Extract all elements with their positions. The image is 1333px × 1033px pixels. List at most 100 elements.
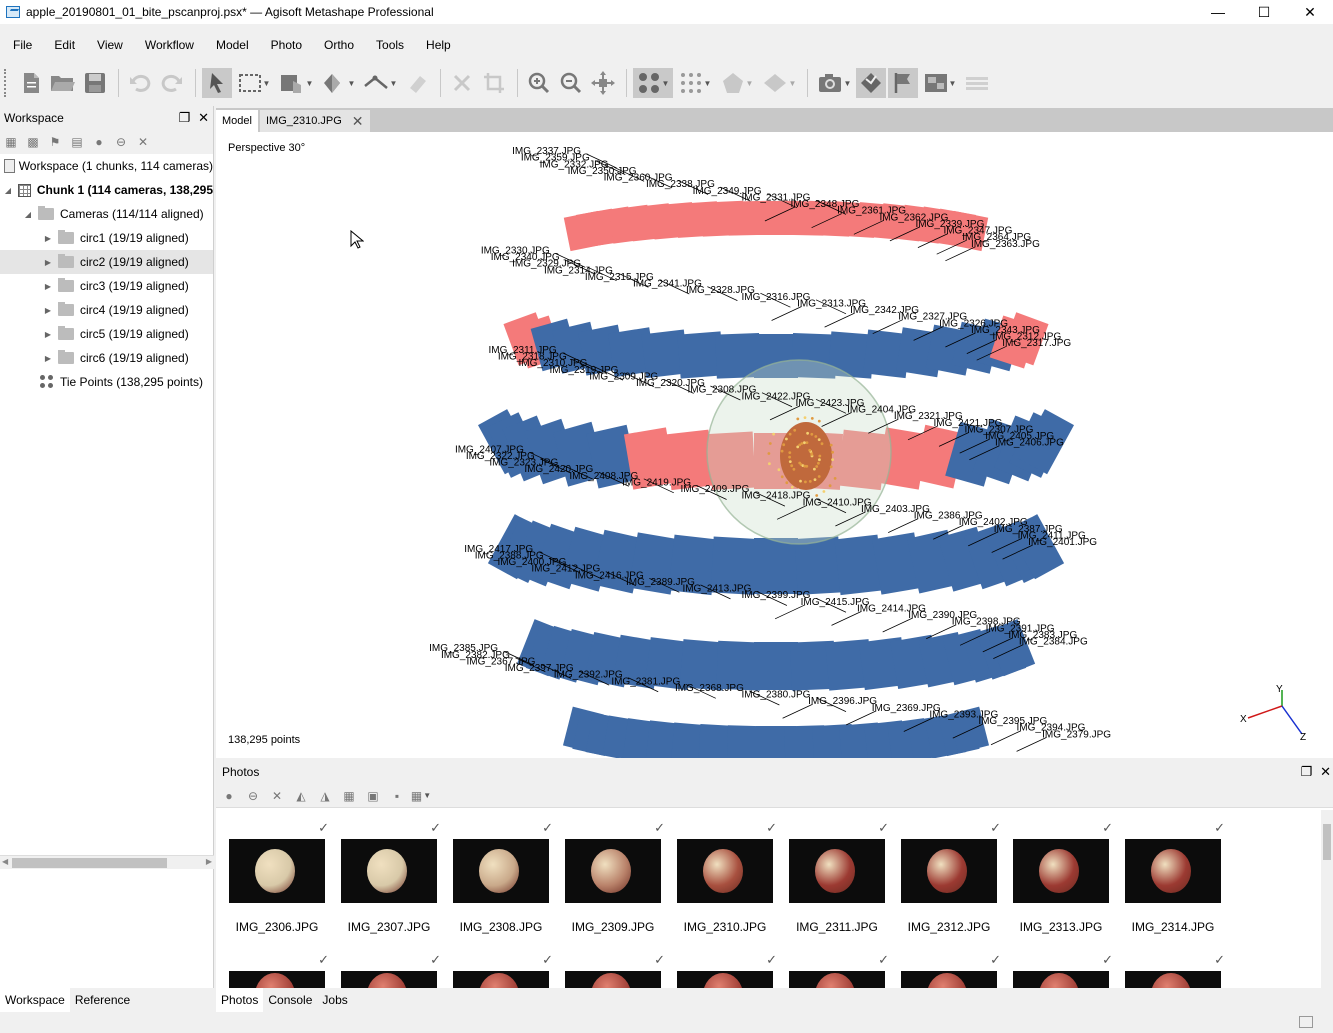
add-marker-icon[interactable]: ▤ — [68, 133, 86, 151]
photo-thumbnail[interactable]: ✓ IMG_2306.JPG — [229, 810, 329, 945]
enable-icon[interactable]: ● — [90, 133, 108, 151]
filter-icon[interactable]: ▦ — [340, 787, 358, 805]
chevron-right-icon[interactable]: ▶ — [42, 306, 54, 315]
chevron-down-icon[interactable]: ◢ — [2, 186, 14, 195]
chevron-right-icon[interactable]: ▶ — [42, 258, 54, 267]
reset-view-icon[interactable] — [588, 68, 618, 98]
scroll-right-icon[interactable]: ▶ — [206, 857, 212, 866]
tab-console[interactable]: Console — [263, 988, 317, 1012]
menu-file[interactable]: File — [0, 38, 41, 52]
photo-thumbnail[interactable]: ✓ — [901, 942, 1001, 988]
menu-tools[interactable]: Tools — [363, 38, 413, 52]
close-tab-icon[interactable]: ✕ — [352, 113, 364, 130]
enable-camera-icon[interactable]: ● — [220, 787, 238, 805]
float-panel-icon[interactable]: ❐ — [178, 110, 190, 126]
camera-label[interactable]: IMG_2381.JPG — [611, 676, 680, 687]
photo-thumbnail[interactable]: ✓ — [1125, 942, 1225, 988]
tab-reference[interactable]: Reference — [70, 988, 135, 1012]
rotate-left-icon[interactable]: ◮ — [316, 787, 334, 805]
chevron-right-icon[interactable]: ▶ — [42, 282, 54, 291]
photo-thumbnail[interactable]: ✓ — [565, 942, 665, 988]
add-photos-icon[interactable]: ▩ — [24, 133, 42, 151]
menu-edit[interactable]: Edit — [41, 38, 84, 52]
close-panel-icon[interactable]: ✕ — [1320, 764, 1331, 780]
minimize-button[interactable]: — — [1195, 0, 1241, 24]
tree-cameras[interactable]: ◢ Cameras (114/114 aligned) — [0, 202, 213, 226]
zoom-out-icon[interactable] — [556, 68, 586, 98]
tab-workspace[interactable]: Workspace — [0, 988, 70, 1012]
rectangle-selection-icon[interactable]: ▼ — [234, 68, 274, 98]
tab-model[interactable]: Model — [216, 110, 258, 132]
photo-thumbnail[interactable]: ✓ — [789, 942, 889, 988]
show-images-icon[interactable]: ▼ — [920, 68, 960, 98]
photo-thumbnail[interactable]: ✓ IMG_2314.JPG — [1125, 810, 1225, 945]
scroll-left-icon[interactable]: ◀ — [2, 857, 8, 866]
camera-frustum[interactable] — [794, 536, 842, 595]
menu-ortho[interactable]: Ortho — [311, 38, 363, 52]
disable-camera-icon[interactable]: ⊖ — [244, 787, 262, 805]
show-masks-icon[interactable]: ▣ — [364, 787, 382, 805]
tree-group-circ5[interactable]: ▶ circ5 (19/19 aligned) — [0, 322, 213, 346]
tab-image[interactable]: IMG_2310.JPG ✕ — [259, 110, 370, 132]
menu-photo[interactable]: Photo — [258, 38, 311, 52]
redo-icon[interactable] — [157, 68, 187, 98]
tree-tie-points[interactable]: Tie Points (138,295 points) — [0, 370, 213, 394]
camera-label[interactable]: IMG_2317.JPG — [1002, 338, 1071, 349]
camera-label[interactable]: IMG_2384.JPG — [1019, 637, 1088, 648]
show-markers-icon[interactable] — [888, 68, 918, 98]
close-button[interactable]: ✕ — [1287, 0, 1333, 24]
photo-thumbnail[interactable]: ✓ — [1013, 942, 1113, 988]
chevron-down-icon[interactable]: ◢ — [22, 210, 34, 219]
tab-photos[interactable]: Photos — [216, 988, 264, 1012]
camera-label[interactable]: IMG_2363.JPG — [971, 239, 1040, 250]
zoom-in-icon[interactable] — [524, 68, 554, 98]
remove-icon[interactable]: ✕ — [134, 133, 152, 151]
show-cameras-icon[interactable]: ▼ — [814, 68, 854, 98]
eraser-icon[interactable] — [402, 68, 432, 98]
photo-thumbnail[interactable]: ✓ IMG_2311.JPG — [789, 810, 889, 945]
photo-thumbnail[interactable]: ✓ IMG_2312.JPG — [901, 810, 1001, 945]
save-icon[interactable] — [80, 68, 110, 98]
tree-chunk[interactable]: ◢ Chunk 1 (114 cameras, 138,295 — [0, 178, 213, 202]
camera-label[interactable]: IMG_2380.JPG — [742, 690, 811, 701]
navigation-icon[interactable] — [202, 68, 232, 98]
show-region-icon[interactable] — [856, 68, 886, 98]
tree-workspace-root[interactable]: Workspace (1 chunks, 114 cameras) — [0, 154, 213, 178]
camera-label[interactable]: IMG_2396.JPG — [808, 696, 877, 707]
remove-camera-icon[interactable]: ✕ — [268, 787, 286, 805]
show-trackball-icon[interactable] — [962, 68, 992, 98]
shaded-model-icon[interactable]: ▼ — [717, 68, 757, 98]
point-cloud-icon[interactable]: ▼ — [633, 68, 673, 98]
menu-view[interactable]: View — [84, 38, 132, 52]
add-chunk-icon[interactable]: ▦ — [2, 133, 20, 151]
photo-thumbnail[interactable]: ✓ IMG_2308.JPG — [453, 810, 553, 945]
new-icon[interactable] — [16, 68, 46, 98]
camera-frustum[interactable] — [754, 538, 798, 594]
photo-thumbnail[interactable]: ✓ IMG_2310.JPG — [677, 810, 777, 945]
maximize-button[interactable]: ☐ — [1241, 0, 1287, 24]
camera-label[interactable]: IMG_2401.JPG — [1028, 537, 1097, 548]
thumbnail-size-icon[interactable]: ▪ — [388, 787, 406, 805]
toolbar-grip[interactable] — [4, 69, 8, 97]
tree-group-circ1[interactable]: ▶ circ1 (19/19 aligned) — [0, 226, 213, 250]
menu-workflow[interactable]: Workflow — [132, 38, 203, 52]
chevron-right-icon[interactable]: ▶ — [42, 234, 54, 243]
camera-label[interactable]: IMG_2418.JPG — [742, 491, 811, 502]
ruler-icon[interactable]: ▼ — [360, 68, 400, 98]
tab-jobs[interactable]: Jobs — [317, 988, 352, 1012]
tree-group-circ6[interactable]: ▶ circ6 (19/19 aligned) — [0, 346, 213, 370]
rotate-region-icon[interactable]: ▼ — [318, 68, 358, 98]
close-panel-icon[interactable]: ✕ — [198, 110, 209, 126]
tiled-model-icon[interactable]: ▼ — [759, 68, 799, 98]
photo-thumbnail[interactable]: ✓ — [229, 942, 329, 988]
chevron-right-icon[interactable]: ▶ — [42, 330, 54, 339]
photo-thumbnail[interactable]: ✓ — [341, 942, 441, 988]
view-mode-icon[interactable]: ▦ ▼ — [411, 787, 431, 805]
menu-model[interactable]: Model — [203, 38, 258, 52]
camera-label[interactable]: IMG_2409.JPG — [680, 484, 749, 495]
workspace-horizontal-scrollbar[interactable]: ◀ ▶ — [0, 855, 214, 869]
photo-thumbnail[interactable]: ✓ IMG_2309.JPG — [565, 810, 665, 945]
add-folder-icon[interactable]: ⚑ — [46, 133, 64, 151]
photo-thumbnail[interactable]: ✓ — [677, 942, 777, 988]
camera-scene[interactable]: IMG_2337.JPGIMG_2359.JPGIMG_2332.JPGIMG_… — [216, 132, 1333, 758]
